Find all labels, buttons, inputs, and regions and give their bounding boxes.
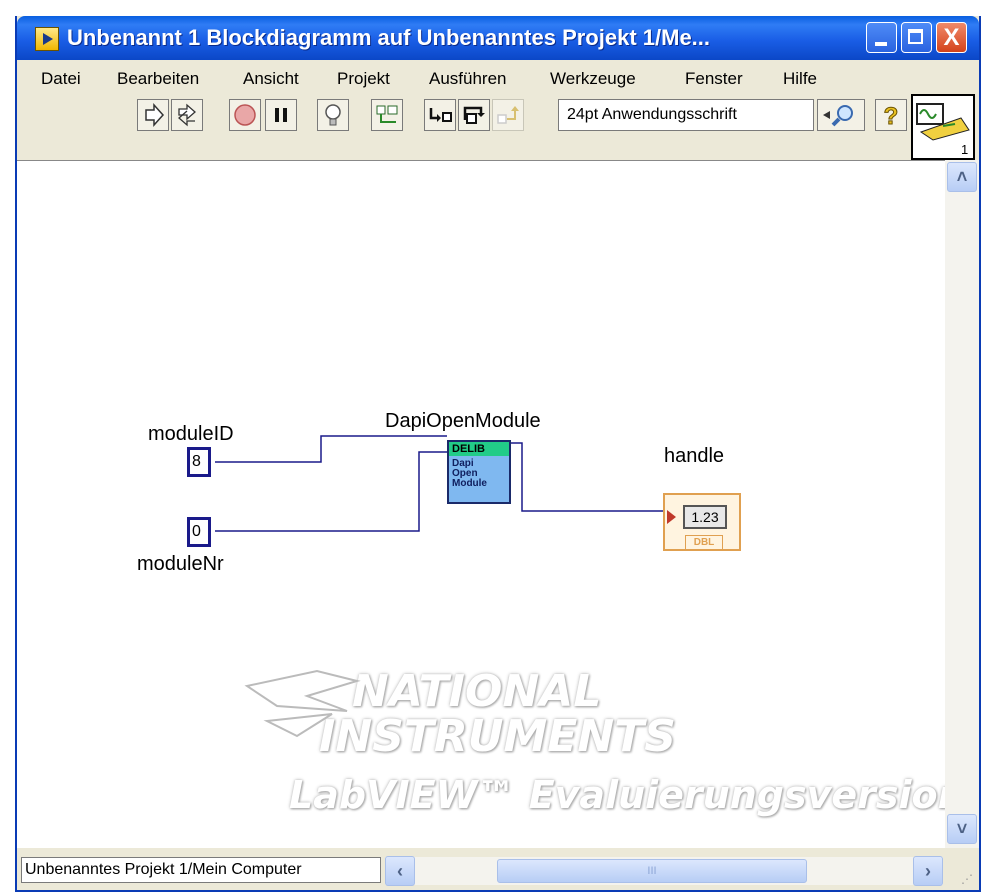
step-out-button[interactable]: [492, 99, 524, 131]
maximize-icon: [908, 29, 923, 44]
menu-hilfe[interactable]: Hilfe: [783, 69, 817, 89]
resize-grip-icon[interactable]: ⋰: [961, 872, 975, 886]
step-over-button[interactable]: [458, 99, 490, 131]
moduleid-constant[interactable]: 8: [187, 447, 211, 477]
chevron-down-icon: ˅: [956, 819, 968, 839]
menu-ausfuehren[interactable]: Ausführen: [429, 69, 507, 89]
dapi-open-module-subvi[interactable]: DELIB Dapi Open Module: [447, 440, 511, 504]
toolbar: 24pt Anwendungsschrift ?: [17, 96, 979, 136]
pause-button[interactable]: [265, 99, 297, 131]
pause-icon: [275, 108, 287, 122]
close-button[interactable]: X: [936, 22, 967, 53]
menu-bearbeiten[interactable]: Bearbeiten: [117, 69, 199, 89]
menu-werkzeuge[interactable]: Werkzeuge: [550, 69, 636, 89]
minimize-button[interactable]: [866, 22, 897, 53]
chevron-left-icon: ‹: [397, 861, 403, 881]
wire-handle[interactable]: [511, 442, 671, 512]
watermark-instruments: INSTRUMENTS: [319, 711, 676, 762]
handle-label: handle: [664, 445, 725, 467]
subvi-body-text: Dapi Open Module: [452, 458, 487, 489]
labview-window: Unbenannt 1 Blockdiagramm auf Unbenannte…: [15, 16, 981, 892]
help-button[interactable]: ?: [875, 99, 907, 131]
menu-projekt[interactable]: Projekt: [337, 69, 390, 89]
menu-ansicht[interactable]: Ansicht: [243, 69, 299, 89]
highlight-execution-icon: [325, 104, 341, 126]
modulenr-label: moduleNr: [137, 553, 224, 575]
menu-bar: Datei Bearbeiten Ansicht Projekt Ausführ…: [17, 60, 979, 96]
subvi-label: DapiOpenModule: [385, 410, 541, 432]
input-terminal-icon: [667, 510, 676, 524]
retain-wire-values-icon: [376, 105, 398, 123]
menu-datei[interactable]: Datei: [41, 69, 81, 89]
project-path[interactable]: Unbenanntes Projekt 1/Mein Computer: [21, 857, 381, 883]
status-bar: Unbenanntes Projekt 1/Mein Computer ‹ II…: [17, 848, 979, 890]
indicator-value: 1.23: [683, 505, 727, 529]
step-into-button[interactable]: [424, 99, 456, 131]
search-icon: [823, 105, 853, 127]
chevron-up-icon: ˄: [956, 167, 968, 187]
vi-icon[interactable]: 1: [911, 94, 975, 160]
run-continuously-icon: [178, 103, 196, 127]
abort-button[interactable]: [229, 99, 261, 131]
indicator-type: DBL: [685, 535, 723, 551]
labview-app-icon[interactable]: [35, 27, 59, 51]
watermark-national: NATIONAL: [352, 666, 602, 717]
scroll-right-button[interactable]: ›: [913, 856, 943, 886]
svg-text:1: 1: [961, 142, 968, 157]
maximize-button[interactable]: [901, 22, 932, 53]
close-icon: X: [943, 24, 960, 51]
moduleid-label: moduleID: [148, 423, 234, 445]
vi-connector-icon: 1: [916, 103, 970, 157]
subvi-header: DELIB: [449, 442, 509, 456]
watermark-evaluation: LabVIEW™ Evaluierungsversion: [289, 773, 965, 817]
step-into-icon: [429, 108, 452, 122]
block-diagram-canvas[interactable]: moduleID 8 0 moduleNr DapiOpenModule DEL…: [17, 160, 965, 849]
title-bar[interactable]: Unbenannt 1 Blockdiagramm auf Unbenannte…: [17, 16, 979, 60]
step-out-icon: [497, 106, 519, 124]
search-button[interactable]: [817, 99, 865, 131]
run-continuously-button[interactable]: [171, 99, 203, 131]
chevron-right-icon: ›: [925, 861, 931, 881]
step-over-icon: [463, 106, 485, 124]
font-selector[interactable]: 24pt Anwendungsschrift: [558, 99, 814, 131]
minimize-icon: [875, 42, 887, 46]
window-title: Unbenannt 1 Blockdiagramm auf Unbenannte…: [67, 25, 711, 50]
svg-text:?: ?: [884, 103, 899, 130]
scroll-up-button[interactable]: ˄: [947, 162, 977, 192]
retain-wire-values-button[interactable]: [371, 99, 403, 131]
run-button[interactable]: [137, 99, 169, 131]
highlight-execution-button[interactable]: [317, 99, 349, 131]
scroll-left-button[interactable]: ‹: [385, 856, 415, 886]
wire-moduleid[interactable]: [215, 435, 447, 463]
horizontal-scroll-thumb[interactable]: III: [497, 859, 807, 883]
modulenr-constant[interactable]: 0: [187, 517, 211, 547]
ni-eagle-logo-icon: [244, 669, 361, 738]
abort-icon: [234, 104, 256, 126]
scroll-down-button[interactable]: ˅: [947, 814, 977, 844]
run-arrow-icon: [145, 103, 165, 127]
menu-fenster[interactable]: Fenster: [685, 69, 743, 89]
horizontal-scrollbar[interactable]: ‹ III ›: [385, 856, 943, 886]
handle-indicator[interactable]: 1.23 DBL: [663, 493, 741, 551]
wire-modulenr[interactable]: [215, 451, 447, 532]
vertical-scrollbar[interactable]: ˄ ˅: [945, 160, 979, 848]
help-icon: ?: [883, 103, 899, 131]
